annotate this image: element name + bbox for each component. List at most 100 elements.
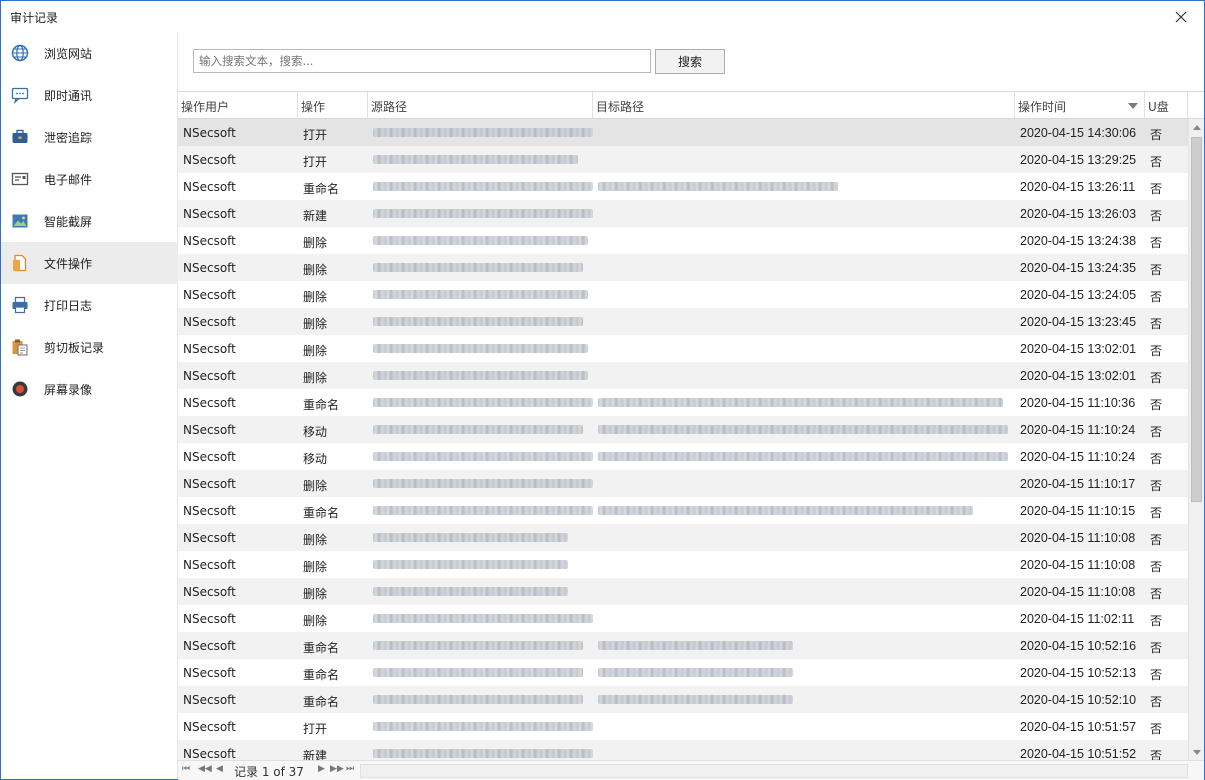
cell-target-path (593, 389, 1015, 416)
table-row[interactable]: NSecsoft 删除 2020-04-15 13:23:45 否 (178, 308, 1188, 335)
cell-time: 2020-04-15 13:24:05 (1020, 288, 1137, 302)
audit-window: 审计记录 浏览网站 即时通讯 泄密追踪 电子邮件 智能截屏 文件操作 打印日志 … (0, 0, 1205, 780)
cell-usb: 否 (1150, 155, 1163, 169)
redacted-path (373, 263, 583, 272)
sidebar-item-screen-record[interactable]: 屏幕录像 (1, 368, 178, 410)
table-row[interactable]: NSecsoft 打开 2020-04-15 13:29:25 否 (178, 146, 1188, 173)
table-row[interactable]: NSecsoft 重命名 2020-04-15 10:52:16 否 (178, 632, 1188, 659)
table-row[interactable]: NSecsoft 移动 2020-04-15 11:10:24 否 (178, 443, 1188, 470)
table-row[interactable]: NSecsoft 删除 2020-04-15 11:10:08 否 (178, 551, 1188, 578)
search-input[interactable] (193, 49, 651, 73)
column-header-usb[interactable]: U盘 (1145, 92, 1188, 118)
cell-target-path (593, 470, 1015, 497)
cell-operation: 重命名 (303, 695, 340, 709)
sidebar-item-browse[interactable]: 浏览网站 (1, 32, 178, 74)
column-header-operation[interactable]: 操作 (298, 92, 368, 118)
cell-target-path (593, 713, 1015, 740)
prev-page-fast-icon[interactable]: ◀◀ (198, 764, 212, 774)
vertical-scrollbar[interactable] (1188, 119, 1204, 760)
cell-target-path (593, 578, 1015, 605)
sidebar-item-clipboard[interactable]: 剪切板记录 (1, 326, 178, 368)
cell-usb: 否 (1150, 209, 1163, 223)
redacted-path (373, 425, 583, 434)
column-header-time-label: 操作时间 (1018, 100, 1067, 114)
cell-time: 2020-04-15 11:10:24 (1020, 423, 1136, 437)
cell-target-path (593, 254, 1015, 281)
redacted-path (373, 398, 593, 407)
table-row[interactable]: NSecsoft 删除 2020-04-15 11:10:08 否 (178, 524, 1188, 551)
cell-source-path (368, 524, 593, 551)
scroll-down-icon[interactable] (1189, 744, 1204, 760)
prev-page-icon[interactable]: ◀ (216, 764, 223, 774)
cell-source-path (368, 605, 593, 632)
column-header-target-path[interactable]: 目标路径 (593, 92, 1015, 118)
sidebar-item-label: 智能截屏 (44, 215, 93, 229)
table-row[interactable]: NSecsoft 打开 2020-04-15 10:51:57 否 (178, 713, 1188, 740)
cell-target-path (593, 227, 1015, 254)
table-row[interactable]: NSecsoft 移动 2020-04-15 11:10:24 否 (178, 416, 1188, 443)
cell-user: NSecsoft (183, 180, 236, 194)
sidebar-item-screenshot[interactable]: 智能截屏 (1, 200, 178, 242)
cell-user: NSecsoft (183, 693, 236, 707)
cell-time: 2020-04-15 13:29:25 (1020, 153, 1137, 167)
column-header-user[interactable]: 操作用户 (178, 92, 298, 118)
cell-source-path (368, 740, 593, 760)
table-row[interactable]: NSecsoft 重命名 2020-04-15 11:10:15 否 (178, 497, 1188, 524)
sidebar-item-label: 泄密追踪 (44, 131, 93, 145)
cell-target-path (593, 281, 1015, 308)
briefcase-icon (12, 129, 28, 143)
table-row[interactable]: NSecsoft 删除 2020-04-15 13:24:38 否 (178, 227, 1188, 254)
table-row[interactable]: NSecsoft 删除 2020-04-15 13:24:35 否 (178, 254, 1188, 281)
column-header-source-path[interactable]: 源路径 (368, 92, 593, 118)
sidebar-item-print-log[interactable]: 打印日志 (1, 284, 178, 326)
cell-time: 2020-04-15 13:02:01 (1020, 342, 1137, 356)
table-row[interactable]: NSecsoft 删除 2020-04-15 13:24:05 否 (178, 281, 1188, 308)
sidebar-item-im[interactable]: 即时通讯 (1, 74, 178, 116)
cell-user: NSecsoft (183, 396, 236, 410)
close-button[interactable] (1158, 1, 1204, 32)
close-icon (1175, 11, 1187, 22)
redacted-path (598, 425, 1008, 434)
cell-source-path (368, 470, 593, 497)
table-row[interactable]: NSecsoft 新建 2020-04-15 13:26:03 否 (178, 200, 1188, 227)
cell-user: NSecsoft (183, 288, 236, 302)
cell-operation: 重命名 (303, 506, 340, 520)
next-page-fast-icon[interactable]: ▶▶ (330, 764, 344, 774)
redacted-path (373, 155, 578, 164)
first-page-icon[interactable]: ⏮ (182, 764, 190, 774)
table-row[interactable]: NSecsoft 新建 2020-04-15 10:51:52 否 (178, 740, 1188, 760)
table-row[interactable]: NSecsoft 重命名 2020-04-15 10:52:10 否 (178, 686, 1188, 713)
cell-operation: 删除 (303, 614, 328, 628)
cell-usb: 否 (1150, 587, 1163, 601)
sidebar-item-leak-tracking[interactable]: 泄密追踪 (1, 116, 178, 158)
column-header-time[interactable]: 操作时间 (1015, 92, 1145, 118)
horizontal-scrollbar[interactable] (360, 764, 1188, 778)
table-row[interactable]: NSecsoft 删除 2020-04-15 11:02:11 否 (178, 605, 1188, 632)
table-row[interactable]: NSecsoft 删除 2020-04-15 13:02:01 否 (178, 335, 1188, 362)
cell-usb: 否 (1150, 290, 1163, 304)
redacted-path (598, 182, 838, 191)
table-row[interactable]: NSecsoft 重命名 2020-04-15 11:10:36 否 (178, 389, 1188, 416)
search-button[interactable]: 搜索 (655, 49, 725, 74)
cell-time: 2020-04-15 10:52:13 (1020, 666, 1137, 680)
sidebar-item-email[interactable]: 电子邮件 (1, 158, 178, 200)
next-page-icon[interactable]: ▶ (318, 764, 325, 774)
sidebar-item-file-ops[interactable]: 文件操作 (1, 242, 178, 284)
cell-source-path (368, 227, 593, 254)
table-row[interactable]: NSecsoft 重命名 2020-04-15 13:26:11 否 (178, 173, 1188, 200)
cell-user: NSecsoft (183, 747, 236, 760)
redacted-path (598, 452, 1008, 461)
redacted-path (373, 560, 568, 569)
redacted-path (373, 749, 593, 758)
scrollbar-thumb[interactable] (1191, 137, 1202, 502)
scroll-up-icon[interactable] (1189, 119, 1204, 135)
table-row[interactable]: NSecsoft 删除 2020-04-15 13:02:01 否 (178, 362, 1188, 389)
cell-target-path (593, 173, 1015, 200)
table-row[interactable]: NSecsoft 删除 2020-04-15 11:10:17 否 (178, 470, 1188, 497)
last-page-icon[interactable]: ⏭ (346, 764, 354, 774)
record-counter: 记录 1 of 37 (234, 765, 304, 779)
cell-time: 2020-04-15 11:10:36 (1020, 396, 1136, 410)
table-row[interactable]: NSecsoft 删除 2020-04-15 11:10:08 否 (178, 578, 1188, 605)
table-row[interactable]: NSecsoft 重命名 2020-04-15 10:52:13 否 (178, 659, 1188, 686)
table-row[interactable]: NSecsoft 打开 2020-04-15 14:30:06 否 (178, 119, 1188, 146)
